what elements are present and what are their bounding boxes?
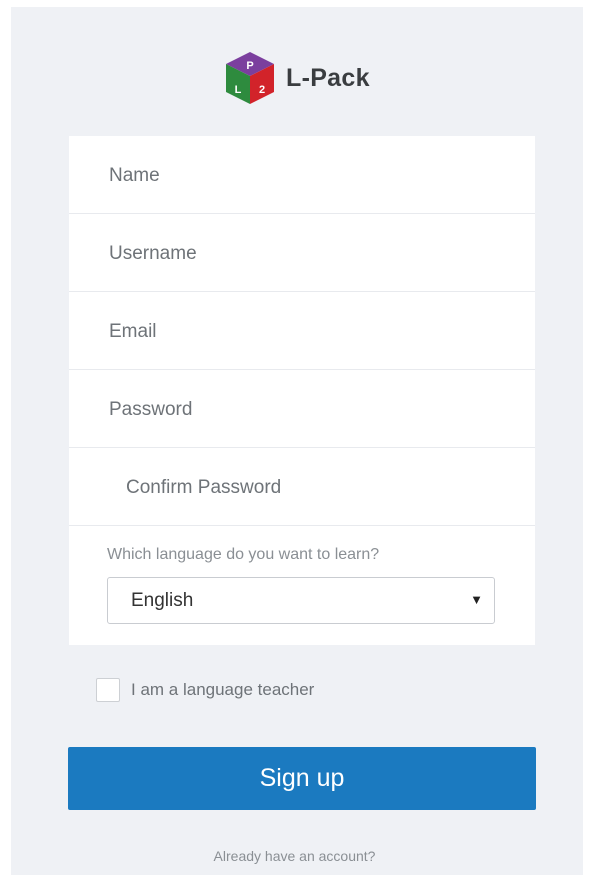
teacher-checkbox-label[interactable]: I am a language teacher	[131, 680, 314, 700]
already-have-account-link[interactable]: Already have an account?	[0, 848, 589, 864]
language-select[interactable]: English ▼	[107, 577, 495, 624]
svg-text:P: P	[246, 60, 253, 72]
email-input[interactable]	[107, 292, 511, 371]
sign-up-button[interactable]: Sign up	[68, 747, 536, 810]
brand-name: L-Pack	[286, 63, 370, 92]
svg-text:L: L	[235, 84, 242, 96]
teacher-option: I am a language teacher	[96, 678, 314, 702]
name-field-row	[69, 136, 535, 215]
teacher-checkbox[interactable]	[96, 678, 120, 702]
caret-down-icon: ▼	[470, 592, 483, 607]
username-input[interactable]	[107, 214, 511, 293]
svg-text:2: 2	[259, 84, 265, 96]
language-question-label: Which language do you want to learn?	[107, 546, 380, 563]
email-field-row	[69, 292, 535, 371]
brand: P L 2 L-Pack	[222, 48, 370, 108]
l-pack-logo-icon: P L 2	[226, 52, 274, 104]
signup-form: Which language do you want to learn? Eng…	[69, 136, 535, 645]
name-input[interactable]	[107, 136, 511, 215]
language-select-value: English	[131, 590, 194, 611]
confirm-password-field-row	[69, 448, 535, 527]
password-input[interactable]	[107, 370, 511, 449]
password-field-row	[69, 370, 535, 449]
confirm-password-input[interactable]	[124, 448, 528, 527]
username-field-row	[69, 214, 535, 293]
